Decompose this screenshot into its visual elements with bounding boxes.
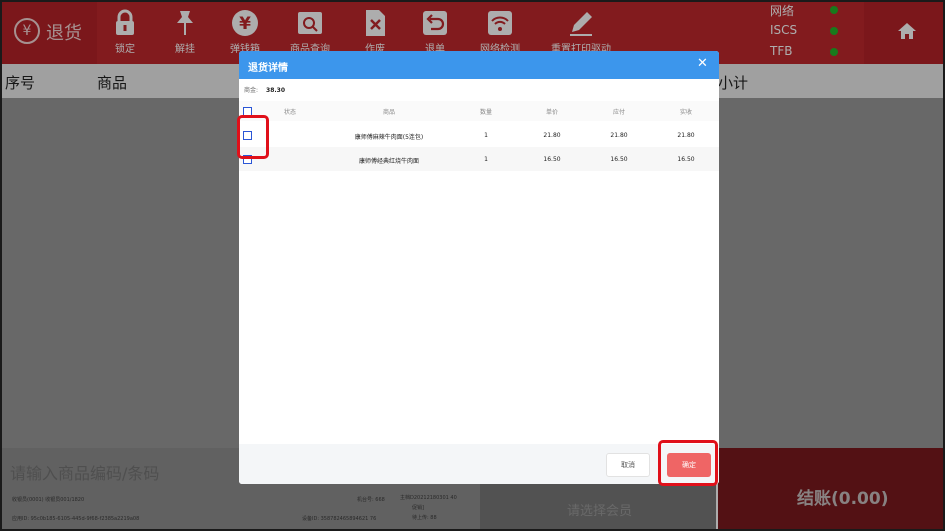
row-payable: 16.50 xyxy=(610,156,628,163)
dialog-header: 退货详情 ✕ xyxy=(239,51,719,79)
row-paid: 21.80 xyxy=(677,132,695,139)
col-paid-header: 实收 xyxy=(679,109,692,116)
amount-label: 商金: xyxy=(244,87,259,94)
row-unit-price: 21.80 xyxy=(543,132,561,139)
col-qty-header: 数量 xyxy=(479,109,492,116)
table-row[interactable]: 康师傅经典红烧牛肉面 1 16.50 16.50 16.50 xyxy=(239,147,719,171)
row-qty: 1 xyxy=(484,156,488,163)
annotation-highlight-confirm xyxy=(658,440,718,486)
cancel-button[interactable]: 取消 xyxy=(606,453,650,477)
close-icon[interactable]: ✕ xyxy=(697,56,708,72)
col-product-header: 商品 xyxy=(382,109,395,116)
amount-value: 38.30 xyxy=(266,87,286,94)
col-status-header: 状态 xyxy=(283,109,296,116)
col-payable-header: 应付 xyxy=(612,109,625,116)
row-qty: 1 xyxy=(484,132,488,139)
dialog-title: 退货详情 xyxy=(248,63,288,74)
row-product: 康师傅经典红烧牛肉面 xyxy=(358,158,419,165)
pos-screen: ¥ 退货 锁定 解挂 ¥ 弹钱箱 商品查询 作废 退单 网络检测 重置打印驱动 … xyxy=(0,0,945,531)
items-table-header: 状态 商品 数量 单价 应付 实收 xyxy=(239,101,719,121)
row-payable: 21.80 xyxy=(610,132,628,139)
annotation-highlight-checkbox xyxy=(237,115,269,159)
col-unit-price-header: 单价 xyxy=(545,109,558,116)
row-unit-price: 16.50 xyxy=(543,156,561,163)
row-paid: 16.50 xyxy=(677,156,695,163)
amount-row: 商金: 38.30 xyxy=(244,85,285,94)
return-details-dialog: 退货详情 ✕ 商金: 38.30 状态 商品 数量 单价 应付 实收 康师傅麻辣牛… xyxy=(239,51,719,484)
row-product: 康师傅麻辣牛肉面(5连包) xyxy=(354,134,424,141)
table-row[interactable]: 康师傅麻辣牛肉面(5连包) 1 21.80 21.80 21.80 xyxy=(239,123,719,147)
